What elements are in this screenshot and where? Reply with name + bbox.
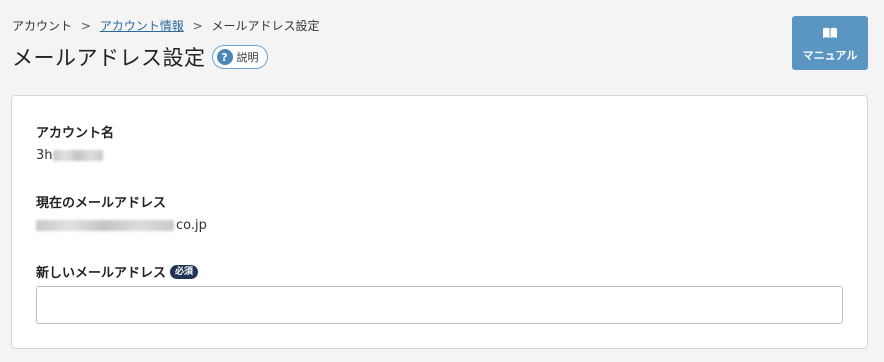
email-settings-card: アカウント名 3h 現在のメールアドレス co.jp 新しいメールアドレス 必須 xyxy=(11,95,868,349)
help-label: 説明 xyxy=(236,51,259,64)
redacted-block xyxy=(36,220,174,231)
account-name-value: 3h xyxy=(36,148,103,163)
question-circle-icon: ? xyxy=(216,49,233,65)
required-badge: 必須 xyxy=(170,264,199,279)
current-email-suffix: co.jp xyxy=(176,218,207,233)
account-name-label: アカウント名 xyxy=(36,122,114,141)
redacted-block xyxy=(52,150,103,161)
account-name-prefix: 3h xyxy=(36,148,53,163)
breadcrumb: アカウント > アカウント情報 > メールアドレス設定 xyxy=(12,17,319,34)
breadcrumb-separator: > xyxy=(192,19,203,33)
breadcrumb-item-current: メールアドレス設定 xyxy=(211,19,320,33)
manual-button[interactable]: マニュアル xyxy=(792,16,868,70)
account-name-label-text: アカウント名 xyxy=(36,126,115,141)
new-email-input[interactable] xyxy=(36,286,843,324)
new-email-label: 新しいメールアドレス 必須 xyxy=(36,262,199,281)
breadcrumb-link-account-info[interactable]: アカウント情報 xyxy=(100,19,184,33)
page-title: メールアドレス設定 xyxy=(12,46,206,70)
new-email-label-text: 新しいメールアドレス xyxy=(36,266,167,281)
current-email-label-text: 現在のメールアドレス xyxy=(36,196,167,211)
help-button[interactable]: ? 説明 xyxy=(211,45,268,69)
current-email-value: co.jp xyxy=(36,218,207,233)
breadcrumb-item-account: アカウント xyxy=(12,19,73,33)
breadcrumb-separator: > xyxy=(80,19,91,33)
title-row: メールアドレス設定 ? 説明 xyxy=(12,42,268,72)
book-open-icon xyxy=(822,24,838,43)
manual-button-label: マニュアル xyxy=(802,48,858,62)
current-email-label: 現在のメールアドレス xyxy=(36,192,166,211)
